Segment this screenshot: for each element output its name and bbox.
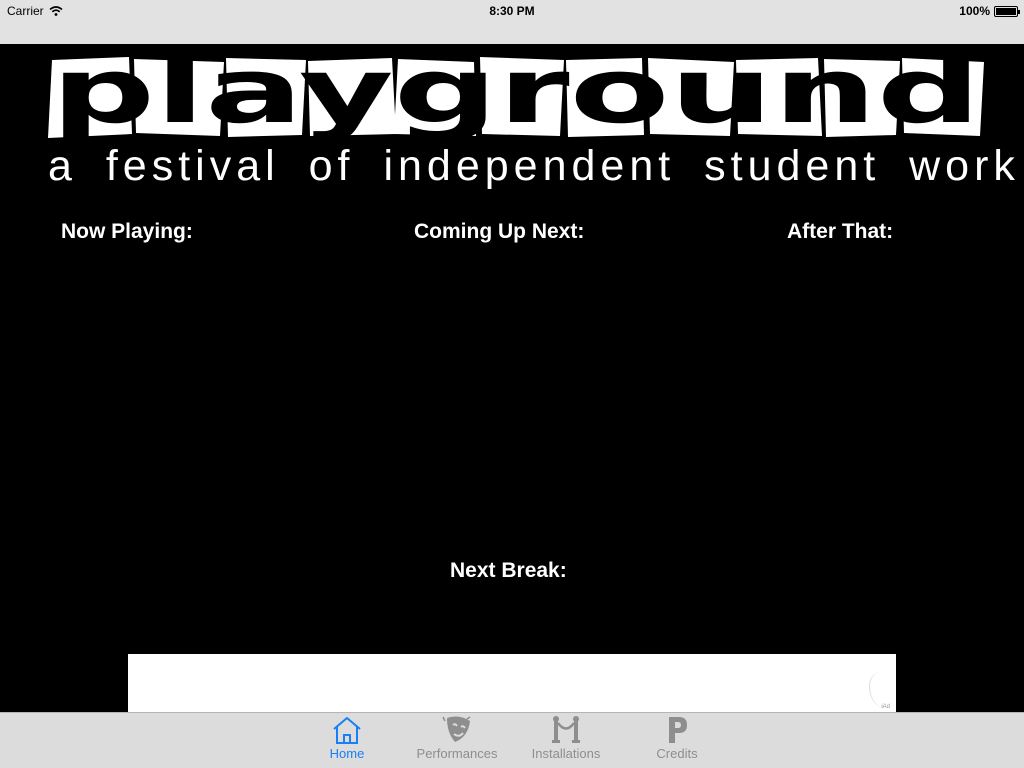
main-content: playground a festival of independent stu… [0, 44, 1024, 712]
ad-banner[interactable]: iAd [128, 654, 896, 712]
logo-text: playground [51, 56, 981, 138]
tab-home-label: Home [329, 746, 365, 761]
theater-masks-icon [442, 716, 471, 742]
tab-bar: Home Performances Installations Credits [0, 712, 1024, 768]
tab-performances[interactable]: Performances [407, 715, 507, 767]
tab-installations-label: Installations [531, 746, 601, 761]
ad-mark: iAd [881, 704, 890, 710]
status-bar: Carrier 8:30 PM 100% [0, 0, 1024, 44]
tab-home[interactable]: Home [297, 715, 397, 767]
letter-p-icon [669, 717, 687, 743]
coming-up-next-heading: Coming Up Next: [414, 220, 585, 243]
tagline: a festival of independent student work [48, 142, 1020, 190]
battery-icon [994, 5, 1020, 17]
after-that-heading: After That: [787, 220, 894, 243]
home-icon [333, 717, 361, 744]
clock: 8:30 PM [489, 4, 535, 18]
now-playing-heading: Now Playing: [61, 220, 193, 243]
rope-barrier-icon [552, 716, 580, 743]
battery-indicator: 100% [959, 4, 1020, 18]
tab-performances-label: Performances [416, 746, 498, 761]
playground-logo: playground [48, 56, 984, 138]
next-break-heading: Next Break: [450, 559, 567, 582]
tab-installations[interactable]: Installations [516, 715, 616, 767]
tab-credits-label: Credits [656, 746, 698, 761]
battery-percentage: 100% [959, 4, 990, 18]
tab-credits[interactable]: Credits [627, 715, 727, 767]
page-curl-icon [869, 672, 896, 708]
